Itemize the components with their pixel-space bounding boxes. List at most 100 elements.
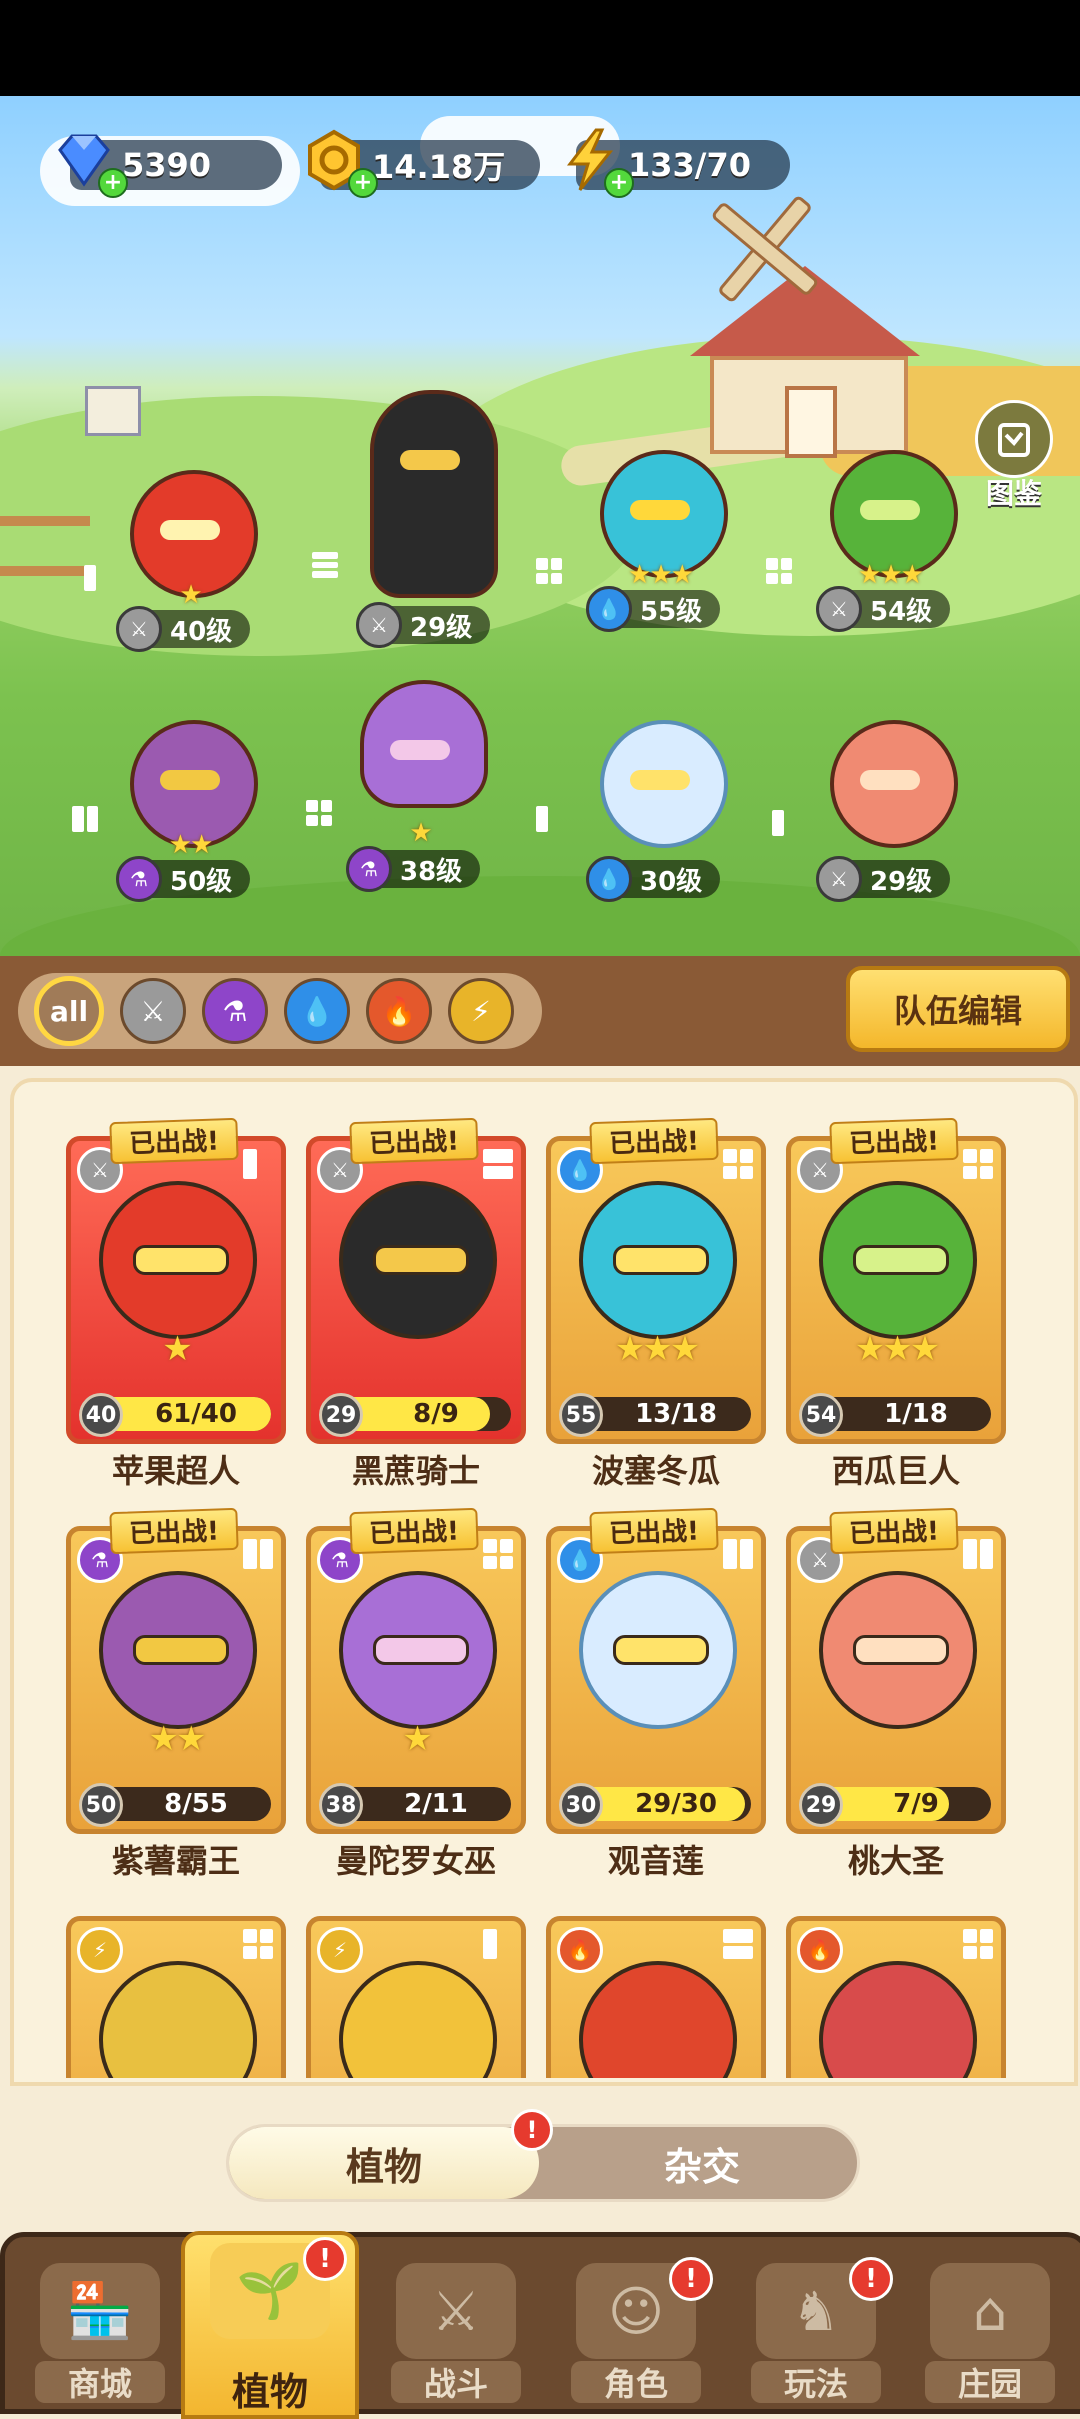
hero-stars: ★ (409, 818, 432, 848)
crossed-swords-icon: ⚔ (396, 2263, 516, 2359)
card-stars: ★★ (148, 1719, 207, 1759)
plus-icon[interactable]: + (604, 168, 634, 198)
slot-icon (312, 552, 338, 578)
card-portrait (579, 1961, 737, 2078)
plant-card[interactable]: ⚔ 29 8/9 (306, 1136, 526, 1444)
plant-card[interactable]: 🔥 (546, 1916, 766, 2078)
nav-battle[interactable]: ⚔ 战斗 (371, 2255, 541, 2409)
fire-icon[interactable]: 🔥 (366, 978, 432, 1044)
stage-hero[interactable]: ★★ ⚗ 50级 (90, 700, 290, 920)
card-name: 曼陀罗女巫 (335, 1842, 496, 1880)
deployed-tag: 已出战! (349, 1117, 479, 1165)
slot-icon (772, 810, 798, 836)
slot-icon (766, 558, 792, 584)
water-drop-icon: 💧 (586, 856, 632, 902)
plant-card[interactable]: 💧 ★★★ 55 13/18 (546, 1136, 766, 1444)
lightning-icon[interactable]: ⚡ (448, 978, 514, 1044)
nav-character[interactable]: ☺ 角色 ! (551, 2255, 721, 2409)
deployed-tag: 已出战! (589, 1117, 719, 1165)
coin-count: 14.18万 (372, 148, 506, 186)
card-portrait (99, 1181, 257, 1339)
potion-icon: ⚗ (116, 856, 162, 902)
potion-icon: ⚗ (346, 846, 392, 892)
bottom-nav: 🏪 商城 🌱 植物 ! ⚔ 战斗 ☺ 角色 ! ♞ 玩法 ! ⌂ 庄园 (0, 2231, 1080, 2419)
card-progress: 30 29/30 (559, 1783, 751, 1827)
element-filter-bar: all ⚔ ⚗ 💧 🔥 ⚡ (18, 973, 542, 1049)
hero-level-badge: 💧 30级 (586, 856, 720, 902)
card-progress: 55 13/18 (559, 1393, 751, 1437)
plant-card[interactable]: ⚔ ★★★ 54 1/18 (786, 1136, 1006, 1444)
plant-card[interactable]: ⚗ ★★ 50 8/55 (66, 1526, 286, 1834)
card-row-partial: ⚡ ⚡ 🔥 🔥 (0, 1906, 1080, 2078)
potion-icon[interactable]: ⚗ (202, 978, 268, 1044)
stage-hero[interactable]: ⚔ 29级 (790, 700, 990, 920)
card-progress: 29 7/9 (799, 1783, 991, 1827)
stage-hero[interactable]: ★★★ 💧 55级 (560, 430, 760, 650)
plant-card[interactable]: ⚔ 29 7/9 (786, 1526, 1006, 1834)
plant-card[interactable]: 💧 30 29/30 (546, 1526, 766, 1834)
gem-counter[interactable]: ! + 5390 (58, 134, 282, 198)
deployed-tag: 已出战! (829, 1507, 959, 1555)
deployed-tag: 已出战! (349, 1507, 479, 1555)
plus-icon[interactable]: + (98, 168, 128, 198)
card-stars: ★ (162, 1329, 192, 1369)
stage-hero[interactable]: ⚔ 29级 (330, 370, 530, 670)
plant-card[interactable]: ⚗ ★ 38 2/11 (306, 1526, 526, 1834)
stage-hero[interactable]: ★ ⚔ 40级 (90, 450, 290, 670)
slot-icon (723, 1149, 753, 1179)
status-bar (0, 0, 1080, 96)
hero-level-badge: ⚔ 54级 (816, 586, 950, 632)
slot-icon (243, 1149, 273, 1179)
stage-hero[interactable]: ★★★ ⚔ 54级 (790, 430, 990, 650)
energy-count: 133/70 (628, 146, 752, 184)
card-portrait (99, 1961, 257, 2078)
sword-icon: ⚔ (116, 606, 162, 652)
water-drop-icon[interactable]: 💧 (284, 978, 350, 1044)
nav-shop[interactable]: 🏪 商城 (15, 2255, 185, 2409)
card-portrait (99, 1571, 257, 1729)
card-name: 波塞冬瓜 (591, 1452, 720, 1490)
plant-hybrid-toggle: 植物 杂交 ! (226, 2109, 860, 2202)
tab-plants[interactable]: 植物 (229, 2127, 539, 2199)
card-portrait (339, 1181, 497, 1339)
slot-icon (483, 1539, 513, 1569)
card-stars: ★ (402, 1719, 432, 1759)
lightning-icon: ⚡ (317, 1927, 363, 1973)
manor-icon: ⌂ (930, 2263, 1050, 2359)
card-portrait (819, 1571, 977, 1729)
plant-card[interactable]: ⚔ ★ 40 61/40 (66, 1136, 286, 1444)
team-edit-button[interactable]: 队伍编辑 (846, 966, 1070, 1052)
filter-all[interactable]: all (34, 976, 104, 1046)
hero-stars: ★ (179, 580, 202, 610)
card-stars: ★★★ (854, 1329, 940, 1369)
plant-card[interactable]: ⚡ (66, 1916, 286, 2078)
sword-icon[interactable]: ⚔ (120, 978, 186, 1044)
nav-manor[interactable]: ⌂ 庄园 (905, 2255, 1075, 2409)
alert-icon: ! (849, 2257, 893, 2301)
card-name: 观音莲 (607, 1842, 704, 1880)
tab-hybrid[interactable]: 杂交 (547, 2127, 857, 2199)
slot-icon (963, 1929, 993, 1959)
fence (0, 516, 90, 576)
lightning-icon: ⚡ (77, 1927, 123, 1973)
card-portrait (819, 1961, 977, 2078)
slot-icon (723, 1539, 753, 1569)
fire-icon: 🔥 (557, 1927, 603, 1973)
water-drop-icon: 💧 (586, 586, 632, 632)
stage-hero[interactable]: ★ ⚗ 38级 (320, 680, 520, 920)
hero-stars: ★★★ (858, 560, 924, 590)
stage-hero[interactable]: 💧 30级 (560, 700, 760, 920)
card-portrait (339, 1961, 497, 2078)
slot-icon (243, 1539, 273, 1569)
hero-sprite (370, 390, 498, 598)
gem-count: 5390 (122, 146, 212, 184)
plant-card[interactable]: 🔥 (786, 1916, 1006, 2078)
nav-plants[interactable]: 🌱 植物 ! (181, 2231, 359, 2419)
card-progress: 54 1/18 (799, 1393, 991, 1437)
coin-counter[interactable]: + 14.18万 (308, 129, 540, 198)
plus-icon[interactable]: + (348, 168, 378, 198)
plant-card[interactable]: ⚡ (306, 1916, 526, 2078)
energy-counter[interactable]: + 133/70 (566, 128, 790, 198)
card-name: 桃大圣 (847, 1842, 944, 1880)
nav-gameplay[interactable]: ♞ 玩法 ! (731, 2255, 901, 2409)
